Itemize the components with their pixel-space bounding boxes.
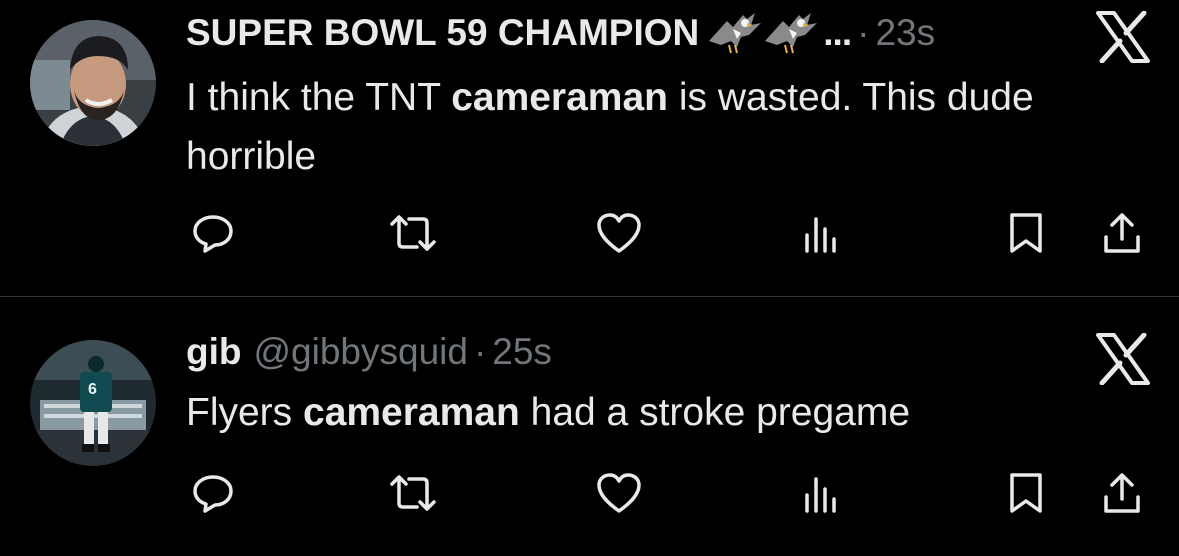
like-icon[interactable]: [594, 208, 644, 258]
separator-dot: ·: [473, 331, 487, 372]
views-icon[interactable]: [796, 468, 846, 518]
avatar[interactable]: [30, 20, 156, 146]
tweet[interactable]: SUPER BOWL 59 CHAMPION ... · 23s I think…: [0, 0, 1179, 296]
bookmark-icon[interactable]: [1001, 208, 1051, 258]
timeline-feed: SUPER BOWL 59 CHAMPION ... · 23s I think…: [0, 0, 1179, 556]
football-player-tunnel-avatar: 6: [30, 340, 156, 466]
share-icon[interactable]: [1097, 208, 1147, 258]
timestamp[interactable]: 25s: [492, 327, 552, 377]
bookmark-icon[interactable]: [1001, 468, 1051, 518]
tweet-text-part: Flyers: [186, 391, 303, 434]
svg-text:6: 6: [88, 381, 97, 398]
x-logo-icon: [1096, 10, 1150, 64]
username[interactable]: @gibbysquid: [253, 327, 467, 377]
tweet-text-highlight: cameraman: [303, 391, 520, 434]
reply-icon[interactable]: [188, 208, 238, 258]
tweet-text-highlight: cameraman: [451, 76, 668, 119]
tweet-header: SUPER BOWL 59 CHAMPION ... · 23s: [186, 8, 935, 58]
tweet-text: I think the TNT cameraman is wasted. Thi…: [186, 68, 1086, 186]
retweet-icon[interactable]: [388, 208, 438, 258]
man-in-beanie-avatar: [30, 20, 156, 146]
eagle-icon: [709, 13, 762, 54]
share-icon[interactable]: [1097, 468, 1147, 518]
reply-icon[interactable]: [188, 468, 238, 518]
avatar[interactable]: 6: [30, 340, 156, 466]
tweet-actions: [0, 208, 1179, 258]
eagle-icon: [765, 13, 818, 54]
retweet-icon[interactable]: [388, 468, 438, 518]
separator-dot: ·: [857, 12, 870, 53]
tweet-text-part: I think the TNT: [186, 76, 452, 119]
name-badges: [707, 11, 819, 55]
like-icon[interactable]: [594, 468, 644, 518]
tweet-text-part: had a stroke pregame: [519, 391, 911, 434]
tweet-header: gib @gibbysquid · 25s: [186, 327, 552, 377]
display-name[interactable]: SUPER BOWL 59 CHAMPION: [186, 8, 699, 58]
tweet-actions: [0, 468, 1179, 518]
views-icon[interactable]: [796, 208, 846, 258]
name-truncation: ...: [823, 12, 852, 53]
tweet[interactable]: 6 gib @gibbysquid · 25s Flyers cameraman…: [0, 297, 1179, 556]
tweet-text: Flyers cameraman had a stroke pregame: [186, 383, 1086, 442]
x-logo-icon: [1096, 332, 1150, 386]
timestamp[interactable]: 23s: [875, 8, 935, 58]
display-name[interactable]: gib: [186, 327, 241, 377]
